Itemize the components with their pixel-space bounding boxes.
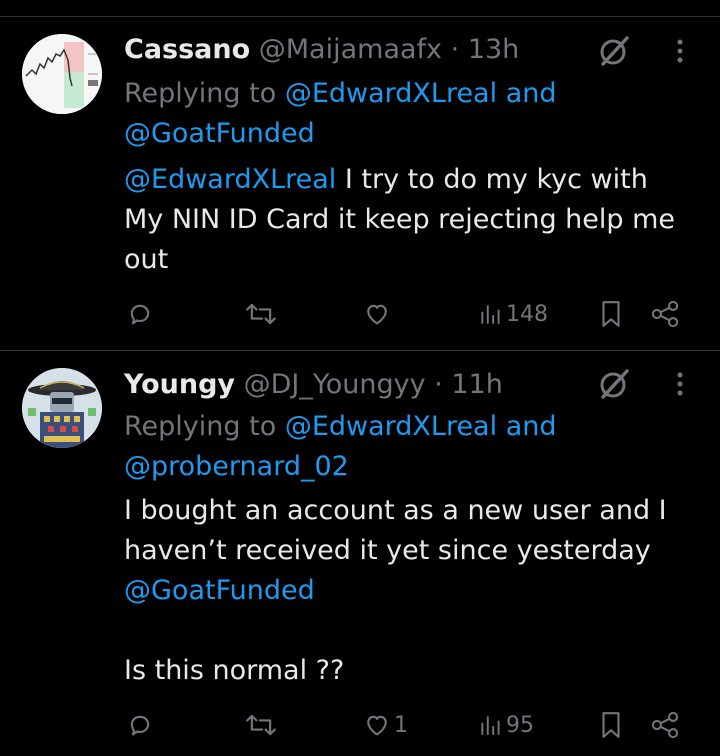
replying-to: Replying to @EdwardXLreal and <box>124 407 696 447</box>
like-count: 1 <box>394 712 408 738</box>
views-count: 95 <box>506 712 534 738</box>
reply-icon <box>130 304 150 325</box>
more-icon[interactable] <box>670 367 690 401</box>
mention-link[interactable]: @EdwardXLreal <box>285 411 497 442</box>
separator-dot: · <box>434 369 443 400</box>
mention-link[interactable]: @EdwardXLreal <box>124 164 336 195</box>
author-handle[interactable]: @Maijamaafx <box>259 34 442 65</box>
views-icon <box>481 305 500 324</box>
share-icon <box>651 711 679 739</box>
like-button[interactable]: 1 <box>362 705 408 745</box>
tweet-body-line: @GoatFunded <box>124 571 696 611</box>
views-count: 148 <box>506 301 548 327</box>
mention-link[interactable]: @GoatFunded <box>124 118 315 149</box>
avatar[interactable] <box>22 368 102 448</box>
replying-to-line-2: @GoatFunded <box>124 114 696 154</box>
replying-to-line-2: @probernard_02 <box>124 447 696 487</box>
mention-link[interactable]: @probernard_02 <box>124 451 349 482</box>
author-name[interactable]: Youngy <box>124 369 235 400</box>
like-icon <box>367 715 387 736</box>
tweet-youngy[interactable]: Youngy @DJ_Youngyy · 11h Replying to @Ed… <box>0 351 720 756</box>
like-button[interactable] <box>362 294 394 334</box>
separator-dot: · <box>450 34 460 65</box>
grok-icon[interactable] <box>597 34 631 68</box>
reply-button[interactable] <box>126 294 154 334</box>
tweet-text: I try to do my kyc with <box>336 164 648 195</box>
mention-link[interactable]: @EdwardXLreal <box>285 78 497 109</box>
tweet-actions: 1 95 <box>0 705 720 745</box>
tweet-actions: 148 <box>0 294 720 334</box>
replying-to: Replying to @EdwardXLreal and <box>124 74 696 114</box>
bookmark-icon <box>602 301 620 327</box>
like-icon <box>367 304 387 325</box>
tweet-text: Is this normal ?? <box>124 655 345 686</box>
character-avatar-image <box>22 368 102 448</box>
author-name[interactable]: Cassano <box>124 34 250 65</box>
tweet-cassano[interactable]: Cassano @Maijamaafx · 13h Replying to @E… <box>0 0 720 350</box>
share-button[interactable] <box>650 705 680 745</box>
views-icon <box>481 716 500 735</box>
mention-link[interactable]: @GoatFunded <box>124 575 315 606</box>
author-handle[interactable]: @DJ_Youngyy <box>244 369 426 400</box>
timestamp[interactable]: 11h <box>451 369 502 400</box>
tweet-text: out <box>124 244 169 275</box>
reply-icon <box>130 715 150 736</box>
retweet-icon <box>246 303 276 325</box>
chart-avatar-image <box>22 34 102 114</box>
bookmark-button[interactable] <box>598 294 624 334</box>
share-icon <box>651 300 679 328</box>
tweet-text: I bought an account as a new user and I <box>124 495 667 526</box>
avatar[interactable] <box>22 34 102 114</box>
bookmark-icon <box>602 712 620 738</box>
retweet-button[interactable] <box>245 294 277 334</box>
tweet-text: haven’t received it yet since yesterday <box>124 535 651 566</box>
bookmark-button[interactable] <box>598 705 624 745</box>
share-button[interactable] <box>650 294 680 334</box>
replying-and[interactable]: and <box>506 78 557 109</box>
tweet-text: My NIN ID Card it keep rejecting help me <box>124 204 676 235</box>
grok-icon[interactable] <box>597 367 631 401</box>
reply-button[interactable] <box>126 705 154 745</box>
more-icon[interactable] <box>670 34 690 68</box>
tweet-body-line: @EdwardXLreal I try to do my kyc with <box>124 160 696 200</box>
retweet-icon <box>246 714 276 736</box>
replying-to-label: Replying to <box>124 411 277 442</box>
views-button[interactable]: 95 <box>478 705 534 745</box>
replying-to-label: Replying to <box>124 78 277 109</box>
views-button[interactable]: 148 <box>478 294 548 334</box>
retweet-button[interactable] <box>245 705 277 745</box>
replying-and[interactable]: and <box>506 411 557 442</box>
timestamp[interactable]: 13h <box>468 34 519 65</box>
